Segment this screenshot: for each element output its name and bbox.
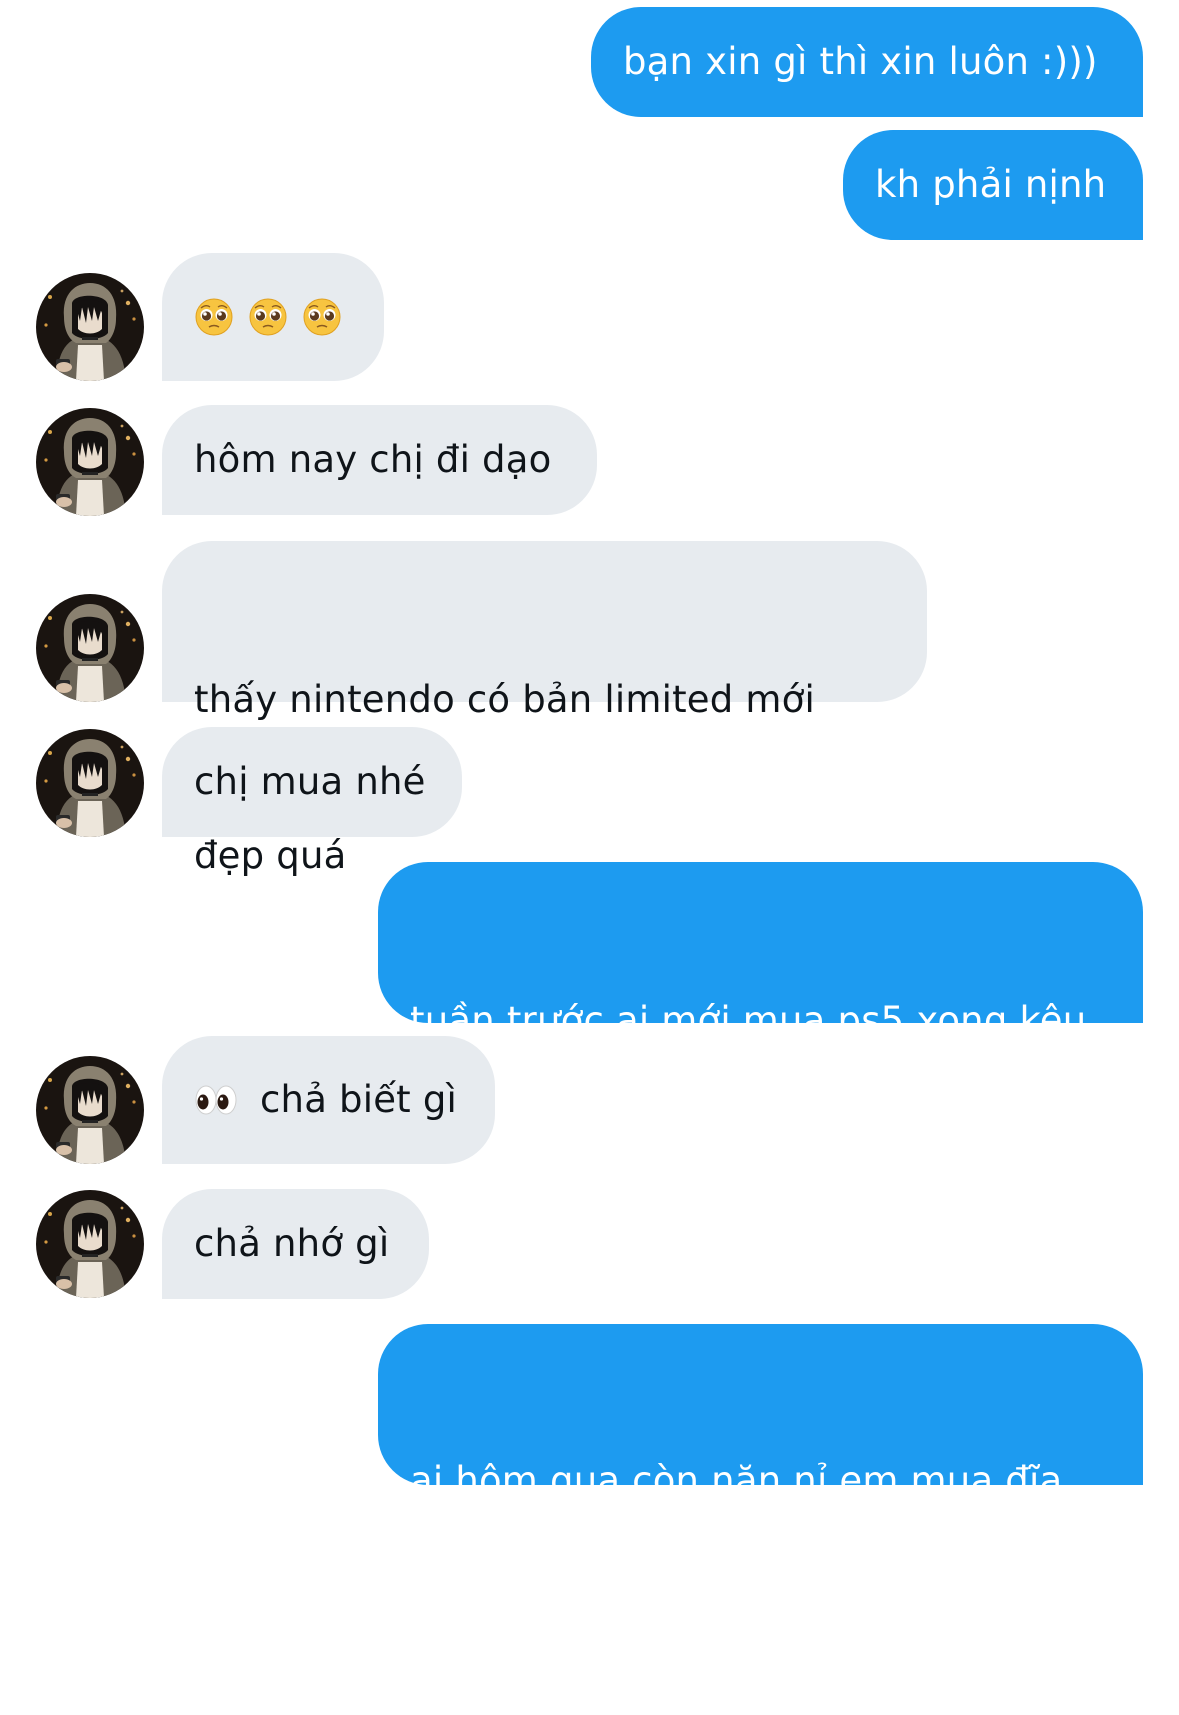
- message-sent-1[interactable]: bạn xin gì thì xin luôn :))): [591, 7, 1143, 117]
- pleading-face-icon: [248, 297, 288, 337]
- message-sent-3[interactable]: tuần trước ai mới mua ps5 xong kêu hết t…: [378, 862, 1143, 1198]
- message-received-6[interactable]: chả nhớ gì: [162, 1189, 429, 1299]
- message-text: chả nhớ gì: [194, 1222, 390, 1265]
- message-text-line-1: ai hôm qua còn năn nỉ em mua đĩa: [410, 1459, 1063, 1502]
- avatar[interactable]: [36, 729, 144, 837]
- avatar[interactable]: [36, 408, 144, 516]
- message-text: kh phải nịnh: [875, 163, 1107, 206]
- avatar[interactable]: [36, 594, 144, 702]
- avatar[interactable]: [36, 1056, 144, 1164]
- emoji-group: [194, 297, 342, 337]
- eyes-icon: [194, 1082, 238, 1118]
- message-text-line-1: thấy nintendo có bản limited mới: [194, 678, 815, 721]
- pleading-face-icon: [194, 297, 234, 337]
- message-text: chả biết gì: [260, 1078, 457, 1121]
- message-received-3[interactable]: thấy nintendo có bản limited mới đẹp quá: [162, 541, 927, 877]
- message-text-line-2: hết tiền ấy nhỉ :)): [410, 1155, 736, 1198]
- message-sent-4[interactable]: ai hôm qua còn năn nỉ em mua đĩa game ch…: [378, 1324, 1143, 1658]
- avatar[interactable]: [36, 1190, 144, 1298]
- avatar[interactable]: [36, 273, 144, 381]
- message-text-line-2: game cho nhỉ: [410, 1615, 665, 1658]
- pleading-face-icon: [302, 297, 342, 337]
- message-received-5[interactable]: chả biết gì: [162, 1036, 495, 1164]
- message-text: hôm nay chị đi dạo: [194, 438, 552, 481]
- message-sent-2[interactable]: kh phải nịnh: [843, 130, 1143, 240]
- message-text: bạn xin gì thì xin luôn :))): [623, 40, 1098, 83]
- message-received-4[interactable]: chị mua nhé: [162, 727, 462, 837]
- message-received-2[interactable]: hôm nay chị đi dạo: [162, 405, 597, 515]
- message-text-line-1: tuần trước ai mới mua ps5 xong kêu: [410, 999, 1087, 1042]
- message-received-1[interactable]: [162, 253, 384, 381]
- message-text: chị mua nhé: [194, 760, 426, 803]
